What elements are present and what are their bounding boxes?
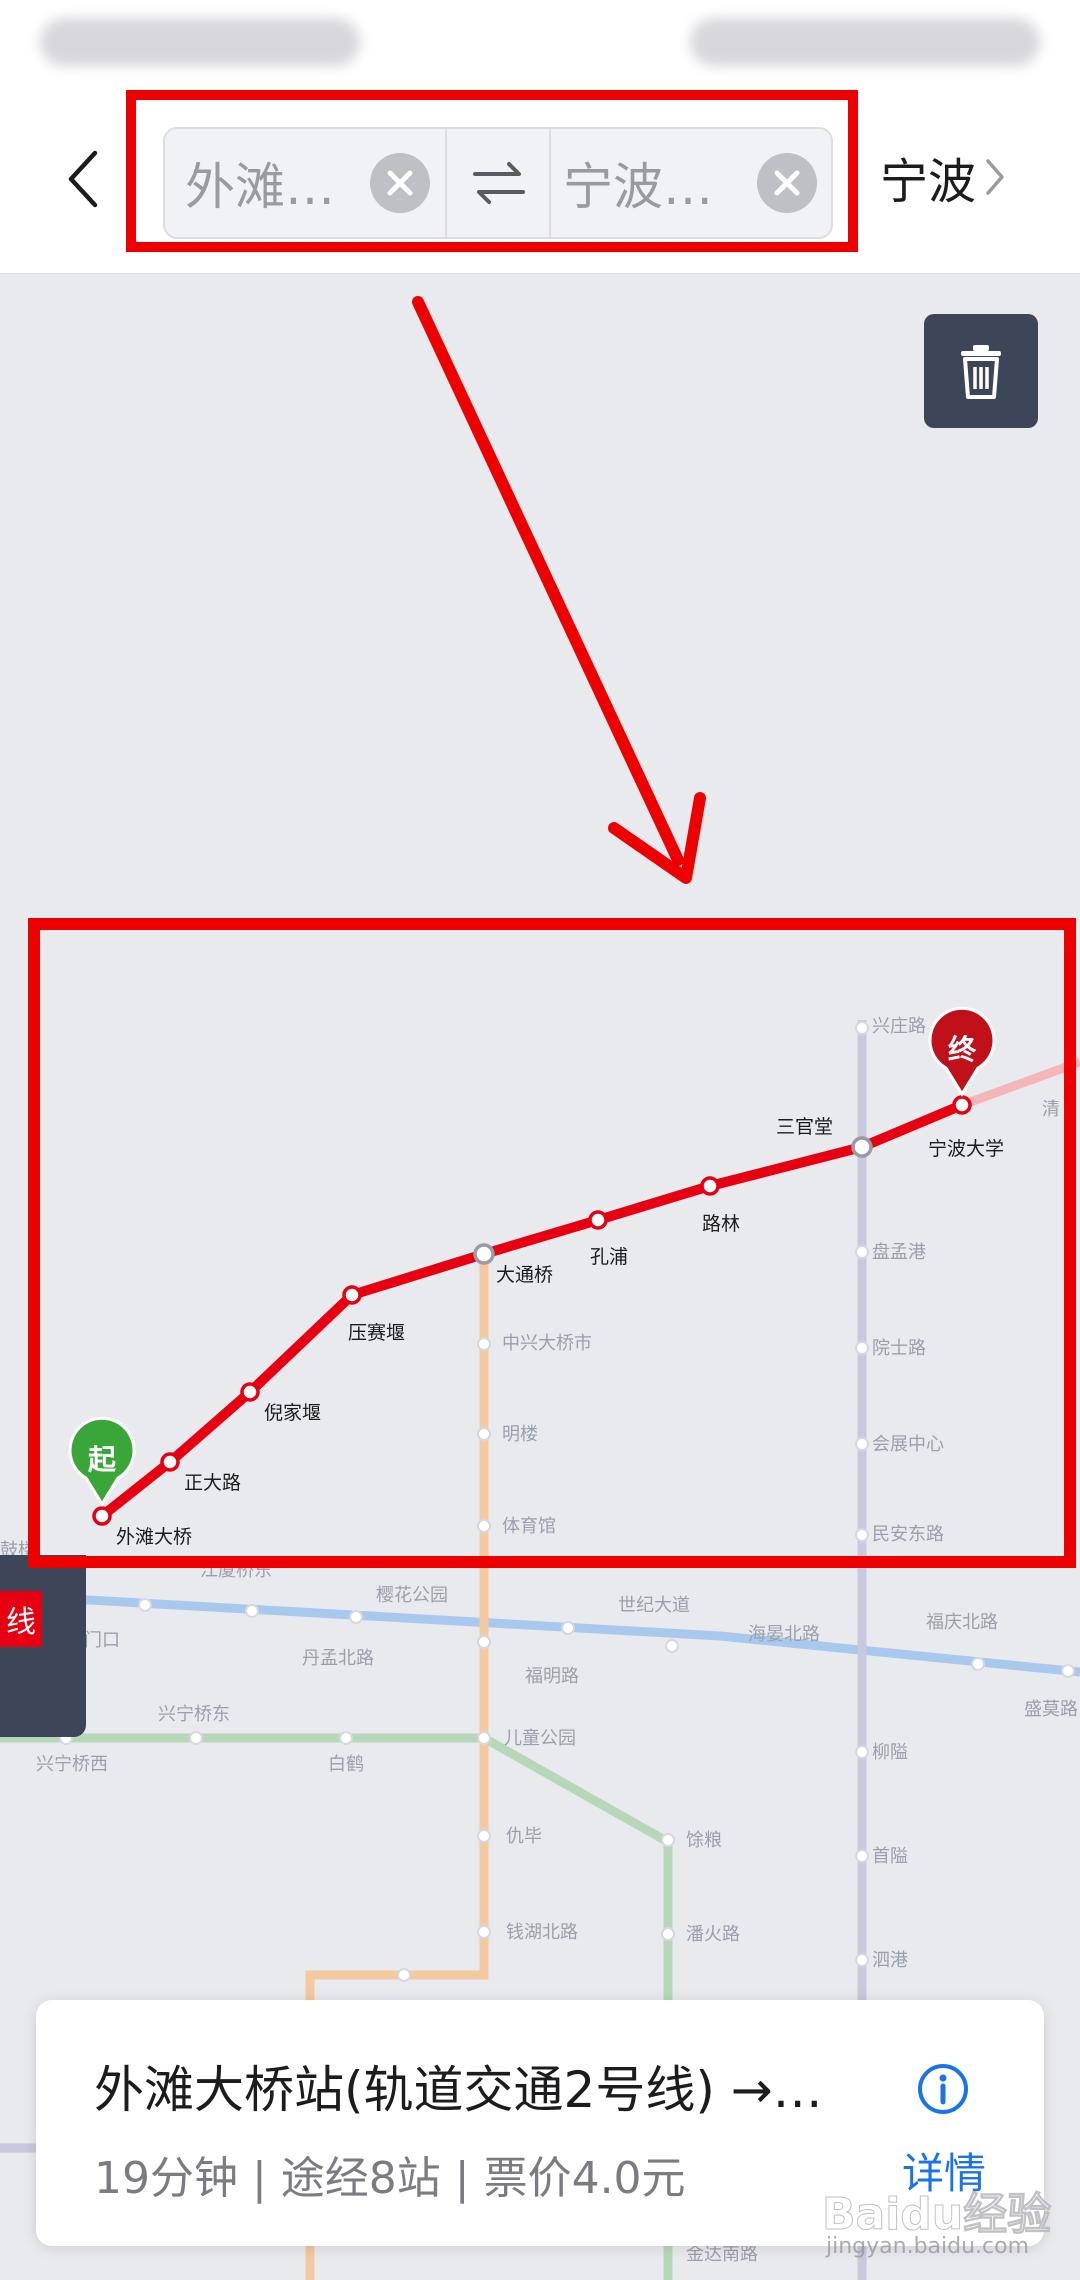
watermark-brand: Baidu经验 [821,2189,1052,2241]
trash-icon [961,345,1001,399]
station-label: 世纪大道 [618,1595,690,1616]
city-label: 宁波 [880,154,977,210]
station-label: 丹孟北路 [302,1648,374,1669]
station-label: 儿童公园 [504,1728,576,1749]
line-badge: 线 [0,1591,42,1647]
metro-line-blue [0,1590,1080,1677]
station-label: 泗港 [872,1950,908,1971]
station-label: 首隘 [872,1846,908,1867]
station-label: 馀粮 [686,1830,722,1851]
station-label: 潘火路 [686,1924,740,1945]
station-label: 钱湖北路 [506,1922,578,1943]
station-label: 白鹤 [328,1754,364,1775]
station-label: 福庆北路 [926,1612,998,1633]
station-label: 兴宁桥西 [36,1754,108,1775]
station-label: 福明路 [525,1666,579,1687]
station-label: 兴宁桥东 [158,1704,230,1725]
station-label: 盛莫路 [1024,1699,1078,1720]
chevron-right-icon [986,159,1004,195]
station-label: 仇毕 [506,1826,542,1847]
station-label: 门口 [84,1630,120,1651]
info-icon[interactable] [916,2062,970,2116]
station-label: 海晏北路 [748,1624,820,1645]
annotation-arrow [412,296,706,884]
route-title: 外滩大桥站(轨道交通2号线) →… [94,2061,823,2119]
route-summary: 19分钟 | 途经8站 | 票价4.0元 [94,2153,686,2204]
clear-route-button[interactable] [924,314,1038,428]
station-label: 柳隘 [872,1742,908,1763]
city-selector[interactable]: 宁波 [880,145,1006,210]
chevron-left-icon [68,150,98,208]
baidu-watermark: Baidu经验 jingyan.baidu.com [821,2178,1072,2268]
annotation-box-route-map [28,918,1076,1568]
status-bar-right [690,18,1040,66]
annotation-box-route-input [126,90,858,252]
watermark-url: jingyan.baidu.com [826,2234,1030,2259]
back-button[interactable] [58,147,108,211]
station-label: 金达南路 [686,2244,758,2265]
line-info-panel[interactable]: 线 [0,1555,86,1737]
status-bar-left [40,18,360,66]
status-bar [0,0,1080,85]
station-label: 樱花公园 [376,1585,448,1606]
